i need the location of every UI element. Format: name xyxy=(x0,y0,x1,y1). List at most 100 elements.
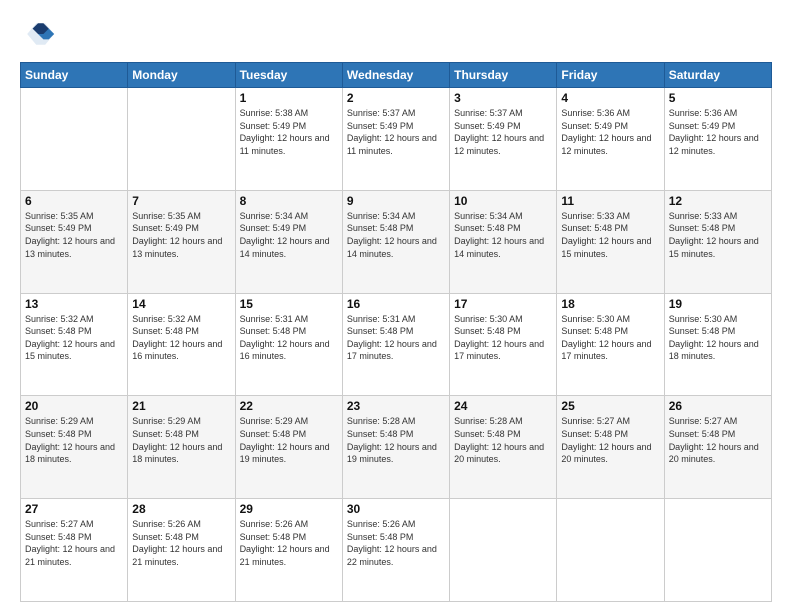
calendar-cell: 11 Sunrise: 5:33 AM Sunset: 5:48 PM Dayli… xyxy=(557,190,664,293)
day-number: 9 xyxy=(347,194,445,208)
day-number: 8 xyxy=(240,194,338,208)
day-number: 7 xyxy=(132,194,230,208)
calendar-cell xyxy=(664,499,771,602)
day-info: Sunrise: 5:29 AM Sunset: 5:48 PM Dayligh… xyxy=(132,415,230,465)
day-info: Sunrise: 5:30 AM Sunset: 5:48 PM Dayligh… xyxy=(454,313,552,363)
calendar-cell: 14 Sunrise: 5:32 AM Sunset: 5:48 PM Dayli… xyxy=(128,293,235,396)
calendar-cell xyxy=(557,499,664,602)
day-info: Sunrise: 5:35 AM Sunset: 5:49 PM Dayligh… xyxy=(25,210,123,260)
day-info: Sunrise: 5:27 AM Sunset: 5:48 PM Dayligh… xyxy=(669,415,767,465)
day-number: 15 xyxy=(240,297,338,311)
calendar-cell: 23 Sunrise: 5:28 AM Sunset: 5:48 PM Dayli… xyxy=(342,396,449,499)
calendar-header-row: SundayMondayTuesdayWednesdayThursdayFrid… xyxy=(21,63,772,88)
day-number: 27 xyxy=(25,502,123,516)
day-info: Sunrise: 5:30 AM Sunset: 5:48 PM Dayligh… xyxy=(669,313,767,363)
day-number: 5 xyxy=(669,91,767,105)
calendar-cell xyxy=(21,88,128,191)
calendar-cell: 6 Sunrise: 5:35 AM Sunset: 5:49 PM Daylig… xyxy=(21,190,128,293)
day-number: 3 xyxy=(454,91,552,105)
calendar-cell: 3 Sunrise: 5:37 AM Sunset: 5:49 PM Daylig… xyxy=(450,88,557,191)
day-number: 22 xyxy=(240,399,338,413)
day-info: Sunrise: 5:28 AM Sunset: 5:48 PM Dayligh… xyxy=(454,415,552,465)
logo xyxy=(20,16,60,52)
calendar-week-0: 1 Sunrise: 5:38 AM Sunset: 5:49 PM Daylig… xyxy=(21,88,772,191)
calendar-cell: 27 Sunrise: 5:27 AM Sunset: 5:48 PM Dayli… xyxy=(21,499,128,602)
day-info: Sunrise: 5:36 AM Sunset: 5:49 PM Dayligh… xyxy=(561,107,659,157)
calendar-cell: 12 Sunrise: 5:33 AM Sunset: 5:48 PM Dayli… xyxy=(664,190,771,293)
day-info: Sunrise: 5:29 AM Sunset: 5:48 PM Dayligh… xyxy=(240,415,338,465)
day-number: 20 xyxy=(25,399,123,413)
day-number: 28 xyxy=(132,502,230,516)
calendar-cell: 2 Sunrise: 5:37 AM Sunset: 5:49 PM Daylig… xyxy=(342,88,449,191)
day-info: Sunrise: 5:26 AM Sunset: 5:48 PM Dayligh… xyxy=(132,518,230,568)
day-info: Sunrise: 5:32 AM Sunset: 5:48 PM Dayligh… xyxy=(132,313,230,363)
calendar-cell xyxy=(128,88,235,191)
day-info: Sunrise: 5:26 AM Sunset: 5:48 PM Dayligh… xyxy=(347,518,445,568)
day-info: Sunrise: 5:26 AM Sunset: 5:48 PM Dayligh… xyxy=(240,518,338,568)
day-number: 2 xyxy=(347,91,445,105)
calendar-cell: 8 Sunrise: 5:34 AM Sunset: 5:49 PM Daylig… xyxy=(235,190,342,293)
day-info: Sunrise: 5:36 AM Sunset: 5:49 PM Dayligh… xyxy=(669,107,767,157)
day-info: Sunrise: 5:31 AM Sunset: 5:48 PM Dayligh… xyxy=(347,313,445,363)
day-number: 19 xyxy=(669,297,767,311)
calendar-cell: 16 Sunrise: 5:31 AM Sunset: 5:48 PM Dayli… xyxy=(342,293,449,396)
logo-icon xyxy=(20,16,56,52)
day-number: 21 xyxy=(132,399,230,413)
calendar-cell: 4 Sunrise: 5:36 AM Sunset: 5:49 PM Daylig… xyxy=(557,88,664,191)
calendar-cell: 21 Sunrise: 5:29 AM Sunset: 5:48 PM Dayli… xyxy=(128,396,235,499)
day-info: Sunrise: 5:28 AM Sunset: 5:48 PM Dayligh… xyxy=(347,415,445,465)
day-info: Sunrise: 5:34 AM Sunset: 5:49 PM Dayligh… xyxy=(240,210,338,260)
day-number: 29 xyxy=(240,502,338,516)
day-number: 23 xyxy=(347,399,445,413)
calendar-cell: 26 Sunrise: 5:27 AM Sunset: 5:48 PM Dayli… xyxy=(664,396,771,499)
calendar-cell: 13 Sunrise: 5:32 AM Sunset: 5:48 PM Dayli… xyxy=(21,293,128,396)
day-number: 12 xyxy=(669,194,767,208)
day-info: Sunrise: 5:35 AM Sunset: 5:49 PM Dayligh… xyxy=(132,210,230,260)
day-number: 4 xyxy=(561,91,659,105)
day-info: Sunrise: 5:38 AM Sunset: 5:49 PM Dayligh… xyxy=(240,107,338,157)
day-number: 10 xyxy=(454,194,552,208)
day-info: Sunrise: 5:27 AM Sunset: 5:48 PM Dayligh… xyxy=(25,518,123,568)
calendar-cell: 10 Sunrise: 5:34 AM Sunset: 5:48 PM Dayli… xyxy=(450,190,557,293)
calendar-cell xyxy=(450,499,557,602)
col-header-thursday: Thursday xyxy=(450,63,557,88)
col-header-saturday: Saturday xyxy=(664,63,771,88)
day-number: 1 xyxy=(240,91,338,105)
col-header-monday: Monday xyxy=(128,63,235,88)
calendar-cell: 5 Sunrise: 5:36 AM Sunset: 5:49 PM Daylig… xyxy=(664,88,771,191)
day-number: 13 xyxy=(25,297,123,311)
day-info: Sunrise: 5:27 AM Sunset: 5:48 PM Dayligh… xyxy=(561,415,659,465)
day-info: Sunrise: 5:34 AM Sunset: 5:48 PM Dayligh… xyxy=(454,210,552,260)
day-info: Sunrise: 5:34 AM Sunset: 5:48 PM Dayligh… xyxy=(347,210,445,260)
calendar-cell: 30Sunrise: 5:26 AM Sunset: 5:48 PM Dayli… xyxy=(342,499,449,602)
col-header-sunday: Sunday xyxy=(21,63,128,88)
day-info: Sunrise: 5:32 AM Sunset: 5:48 PM Dayligh… xyxy=(25,313,123,363)
calendar-cell: 22 Sunrise: 5:29 AM Sunset: 5:48 PM Dayli… xyxy=(235,396,342,499)
day-info: Sunrise: 5:30 AM Sunset: 5:48 PM Dayligh… xyxy=(561,313,659,363)
day-info: Sunrise: 5:37 AM Sunset: 5:49 PM Dayligh… xyxy=(454,107,552,157)
calendar-week-4: 27 Sunrise: 5:27 AM Sunset: 5:48 PM Dayli… xyxy=(21,499,772,602)
calendar-cell: 19 Sunrise: 5:30 AM Sunset: 5:48 PM Dayli… xyxy=(664,293,771,396)
day-number: 26 xyxy=(669,399,767,413)
calendar-cell: 15Sunrise: 5:31 AM Sunset: 5:48 PM Dayli… xyxy=(235,293,342,396)
calendar-week-3: 20 Sunrise: 5:29 AM Sunset: 5:48 PM Dayli… xyxy=(21,396,772,499)
calendar-cell: 17Sunrise: 5:30 AM Sunset: 5:48 PM Dayli… xyxy=(450,293,557,396)
calendar-week-1: 6 Sunrise: 5:35 AM Sunset: 5:49 PM Daylig… xyxy=(21,190,772,293)
calendar-week-2: 13 Sunrise: 5:32 AM Sunset: 5:48 PM Dayli… xyxy=(21,293,772,396)
calendar-cell: 9 Sunrise: 5:34 AM Sunset: 5:48 PM Daylig… xyxy=(342,190,449,293)
day-number: 16 xyxy=(347,297,445,311)
col-header-tuesday: Tuesday xyxy=(235,63,342,88)
day-info: Sunrise: 5:33 AM Sunset: 5:48 PM Dayligh… xyxy=(669,210,767,260)
calendar-cell: 20Sunrise: 5:29 AM Sunset: 5:48 PM Dayli… xyxy=(21,396,128,499)
col-header-wednesday: Wednesday xyxy=(342,63,449,88)
day-number: 14 xyxy=(132,297,230,311)
calendar-cell: 25 Sunrise: 5:27 AM Sunset: 5:48 PM Dayli… xyxy=(557,396,664,499)
day-number: 25 xyxy=(561,399,659,413)
day-info: Sunrise: 5:37 AM Sunset: 5:49 PM Dayligh… xyxy=(347,107,445,157)
day-info: Sunrise: 5:33 AM Sunset: 5:48 PM Dayligh… xyxy=(561,210,659,260)
day-number: 11 xyxy=(561,194,659,208)
calendar-cell: 18 Sunrise: 5:30 AM Sunset: 5:48 PM Dayli… xyxy=(557,293,664,396)
calendar-cell: 28 Sunrise: 5:26 AM Sunset: 5:48 PM Dayli… xyxy=(128,499,235,602)
day-number: 18 xyxy=(561,297,659,311)
day-number: 6 xyxy=(25,194,123,208)
